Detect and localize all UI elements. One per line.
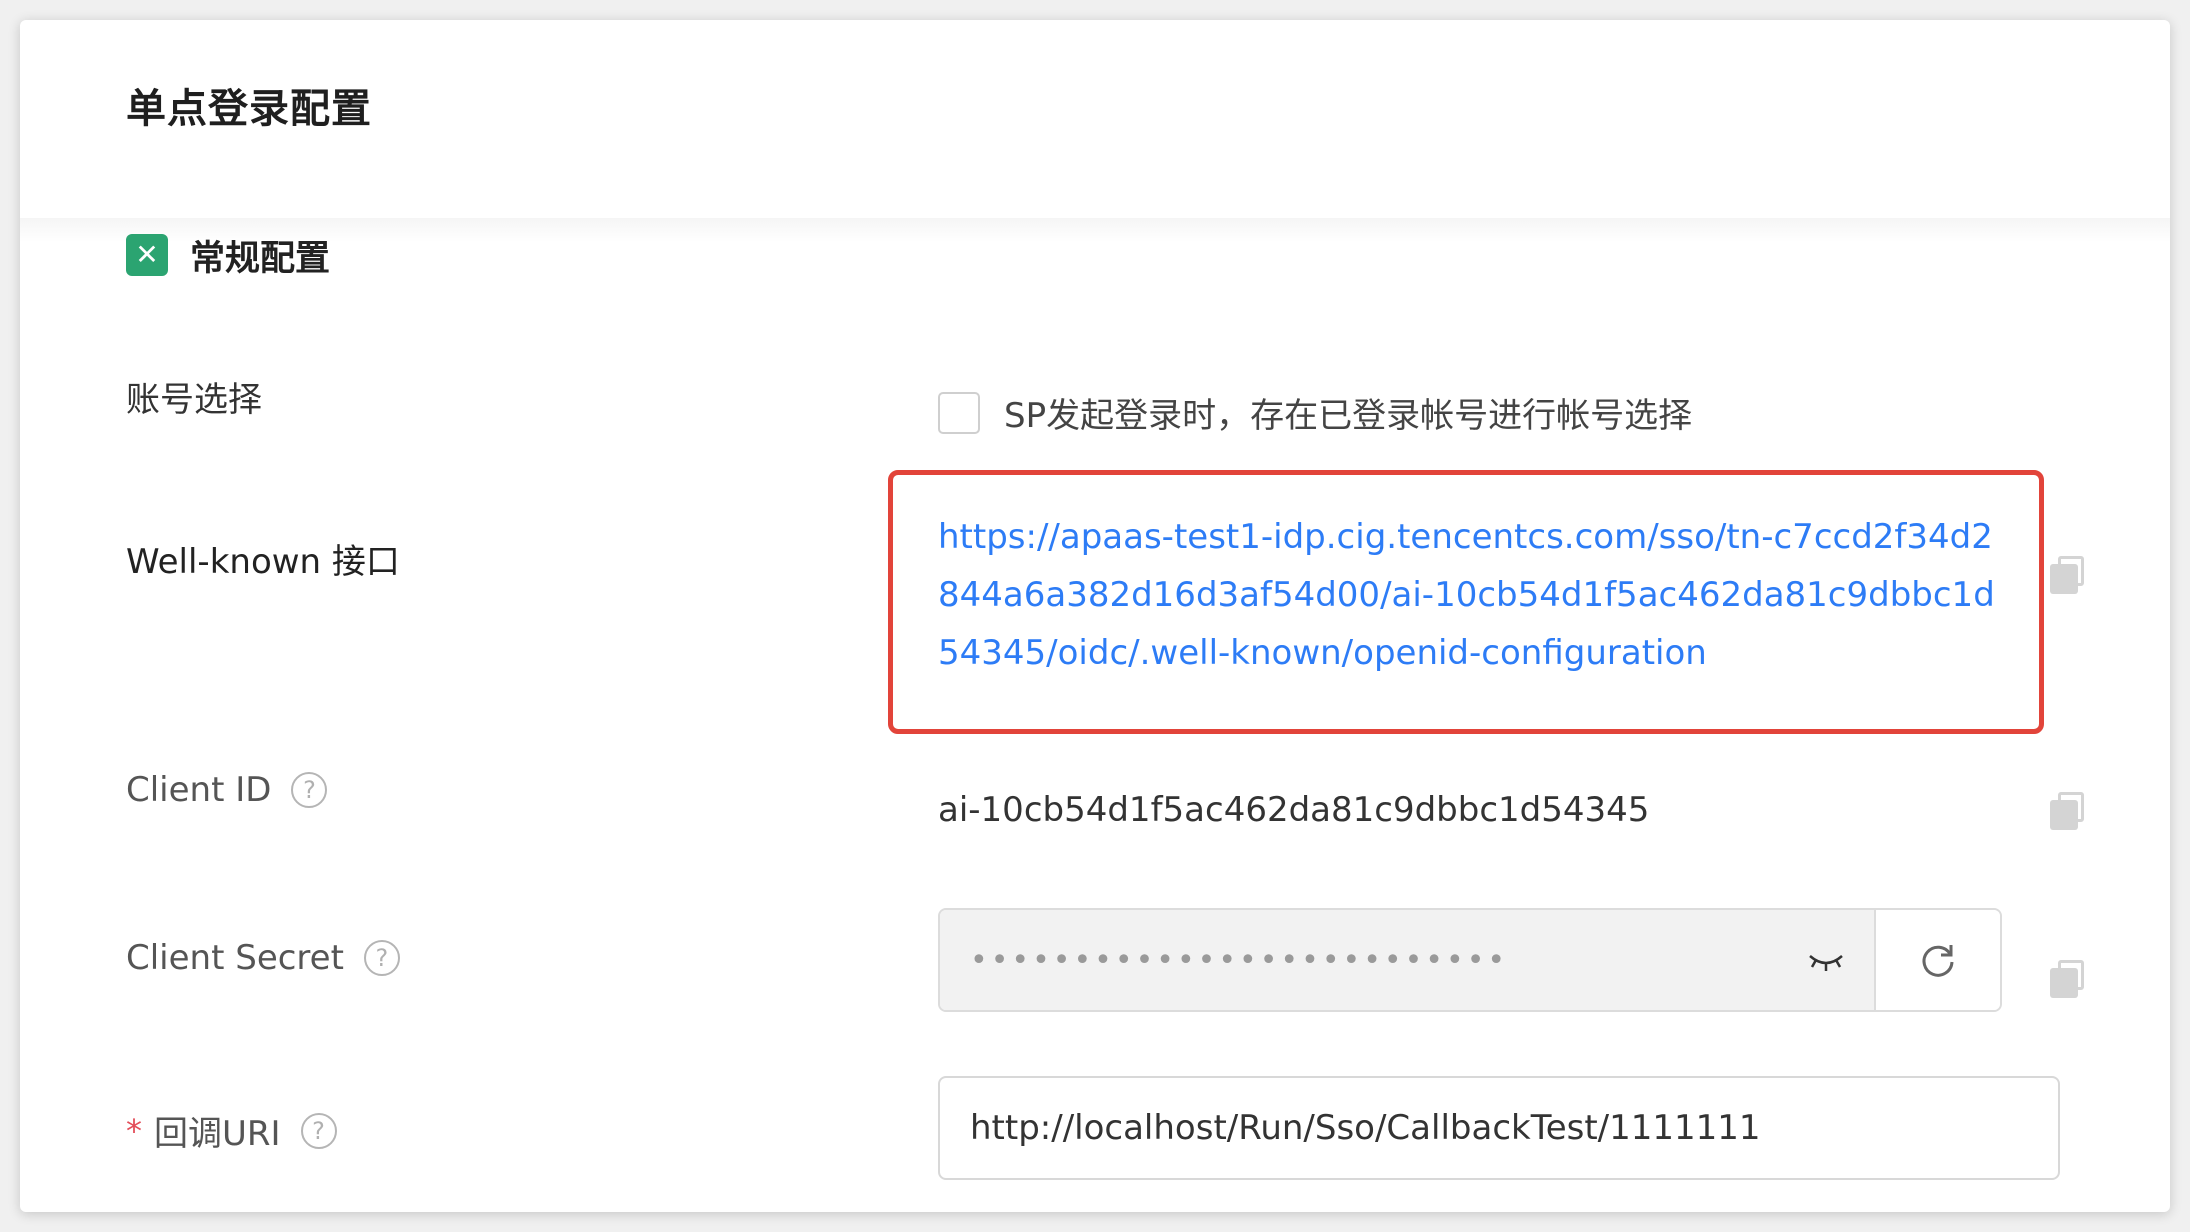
card-header: 单点登录配置 [20,20,2170,218]
client-secret-field: •••••••••••••••••••••••••• [938,908,2002,1012]
sso-config-card: 单点登录配置 ✕ 常规配置 账号选择 SP发起登录时，存在已登录帐号进行帐号选择… [20,20,2170,1212]
client-secret-label: Client Secret ? [126,938,400,978]
green-square-icon: ✕ [126,234,168,276]
client-secret-masked-value: •••••••••••••••••••••••••• [970,942,1509,978]
client-id-value: ai-10cb54d1f5ac462da81c9dbbc1d54345 [938,790,1650,830]
eye-closed-icon[interactable] [1806,944,1846,978]
account-select-label-text: 账号选择 [126,380,262,420]
section-header: ✕ 常规配置 [126,230,330,280]
account-select-option[interactable]: SP发起登录时，存在已登录帐号进行帐号选择 [938,388,1692,437]
client-secret-input[interactable]: •••••••••••••••••••••••••• [940,910,1874,1010]
callback-uri-input[interactable] [938,1076,2060,1180]
wellknown-label-text: Well-known 接口 [126,542,400,582]
copy-client-secret-icon[interactable] [2050,960,2084,998]
required-mark: * [126,1111,142,1150]
client-id-label: Client ID ? [126,770,328,810]
client-id-label-text: Client ID [126,770,272,810]
account-select-checkbox[interactable] [938,391,980,434]
help-icon[interactable]: ? [300,1112,337,1149]
copy-client-id-icon[interactable] [2050,792,2084,830]
help-icon[interactable]: ? [363,940,400,976]
callback-uri-label-text: 回调URI [154,1114,281,1154]
page-title: 单点登录配置 [126,86,372,132]
refresh-secret-button[interactable] [1874,910,2000,1010]
account-select-checkbox-label[interactable]: SP发起登录时，存在已登录帐号进行帐号选择 [1004,388,1692,437]
wellknown-label: Well-known 接口 [126,534,400,583]
header-divider [20,218,2170,242]
client-secret-label-text: Client Secret [126,938,344,978]
section-title: 常规配置 [190,238,331,279]
wellknown-url-link[interactable]: https://apaas-test1-idp.cig.tencentcs.co… [938,508,2008,682]
refresh-icon [1922,945,1954,977]
copy-wellknown-icon[interactable] [2050,556,2084,594]
help-icon[interactable]: ? [291,772,328,808]
account-select-label: 账号选择 [126,372,262,421]
callback-uri-label: * 回调URI ? [126,1106,337,1155]
